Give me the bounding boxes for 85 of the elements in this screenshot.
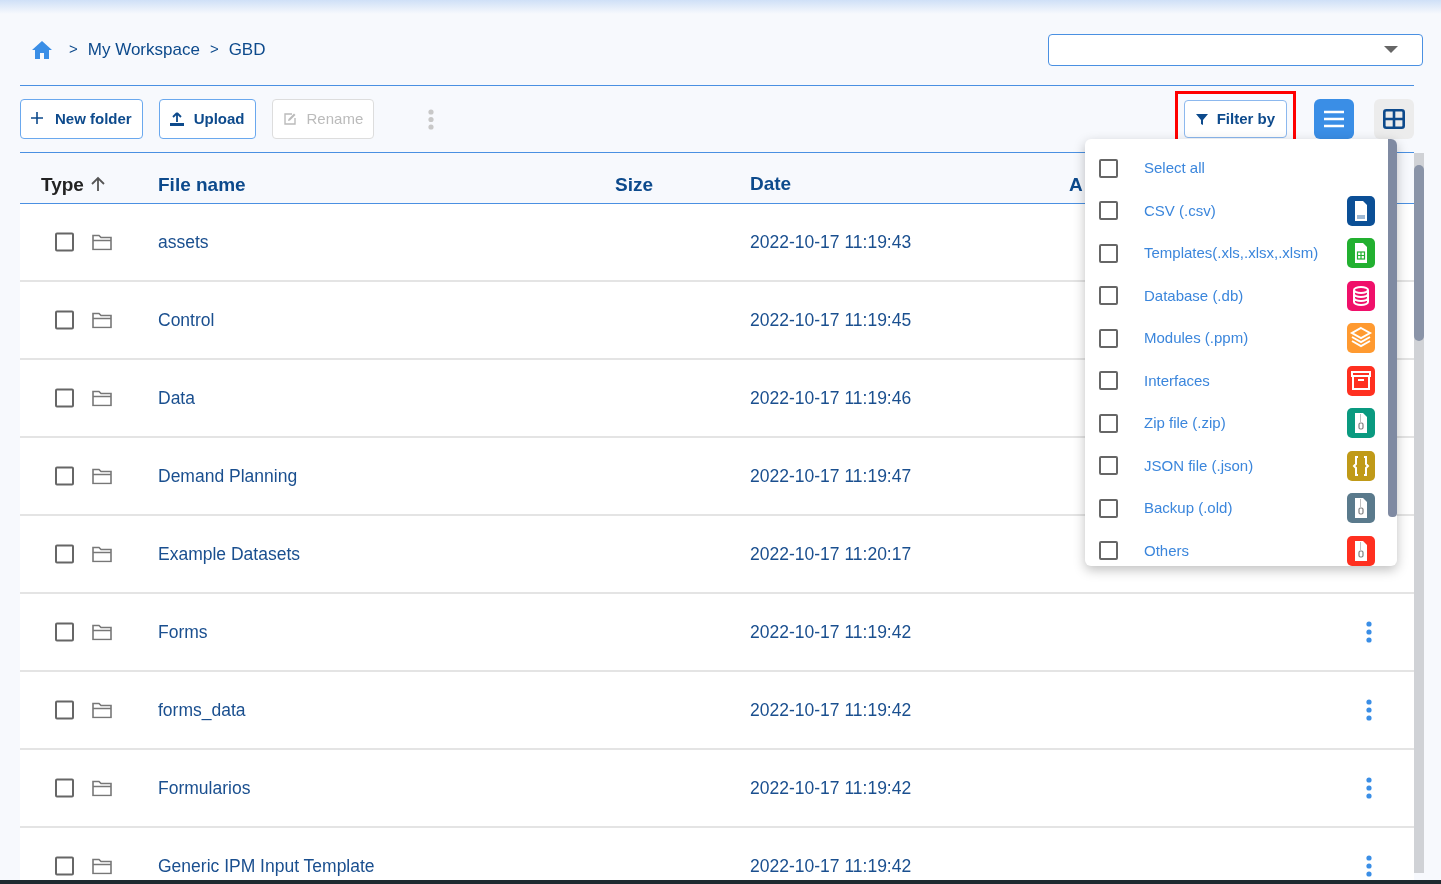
date-cell-text: 2022-10-17 11:20:17: [750, 542, 912, 566]
folder-icon: [92, 389, 112, 407]
date-cell-text: 2022-10-17 11:19:46: [750, 386, 912, 410]
column-header[interactable]: File name: [158, 174, 246, 195]
filter-checkbox[interactable]: [1099, 201, 1118, 221]
folder-icon: [92, 623, 112, 641]
date-cell-text: 2022-10-17 11:19:42: [750, 698, 912, 722]
filter-option-label[interactable]: Select all: [1144, 157, 1205, 180]
edit-icon: [282, 112, 297, 126]
date-cell-text: 2022-10-17 11:19:42: [750, 854, 912, 878]
column-header[interactable]: Type: [41, 174, 84, 195]
home-icon[interactable]: [31, 39, 53, 60]
date-cell-text: 2022-10-17 11:19:42: [750, 620, 912, 644]
filter-checkbox[interactable]: [1099, 286, 1118, 306]
filter-option-label[interactable]: CSV (.csv): [1144, 199, 1216, 222]
more-options-icon[interactable]: [1366, 777, 1372, 799]
filter-checkbox[interactable]: [1099, 158, 1118, 178]
folder-icon: [92, 701, 112, 719]
folder-icon: [92, 545, 112, 563]
filter-checkbox[interactable]: [1099, 328, 1118, 348]
filter-checkbox[interactable]: [1099, 498, 1118, 518]
row-checkbox[interactable]: [55, 622, 74, 642]
breadcrumb-separator: >: [69, 39, 78, 60]
filter-checkbox[interactable]: [1099, 243, 1118, 263]
filter-option-label[interactable]: Database (.db): [1144, 284, 1244, 307]
filter-checkbox[interactable]: [1099, 541, 1118, 561]
list-view-button[interactable]: [1314, 99, 1354, 139]
folder-icon: [92, 467, 112, 485]
row-checkbox[interactable]: [55, 856, 74, 876]
folder-icon: [92, 857, 112, 875]
more-options-icon[interactable]: [1366, 855, 1372, 877]
file-name-link[interactable]: Forms: [158, 618, 208, 646]
file-name-link[interactable]: Demand Planning: [158, 462, 298, 490]
filter-checkbox[interactable]: [1099, 413, 1118, 433]
scrollbar-thumb[interactable]: [1414, 165, 1424, 341]
plus-icon: [31, 112, 45, 126]
sort-ascending-icon[interactable]: [90, 176, 105, 192]
row-checkbox[interactable]: [55, 700, 74, 720]
file-name-link[interactable]: Data: [158, 384, 195, 412]
filter-option-label[interactable]: Templates(.xls,.xlsx,.xlsm): [1144, 242, 1319, 265]
list-icon: [1324, 110, 1344, 128]
filter-checkbox[interactable]: [1099, 371, 1118, 391]
date-cell-text: 2022-10-17 11:19:43: [750, 230, 912, 254]
file-name-link[interactable]: Control: [158, 306, 215, 334]
date-cell-text: 2022-10-17 11:19:42: [750, 776, 912, 800]
date-cell-text: 2022-10-17 11:19:45: [750, 308, 912, 332]
row-checkbox[interactable]: [55, 388, 74, 408]
row-checkbox[interactable]: [55, 778, 74, 798]
row-checkbox[interactable]: [55, 466, 74, 486]
upload-icon: [169, 112, 184, 126]
filter-option-label[interactable]: Others: [1144, 539, 1189, 562]
add-button[interactable]: New folder: [20, 99, 143, 139]
filter-button[interactable]: Filter by: [1183, 100, 1287, 138]
dropdown-caret-icon: [1384, 46, 1398, 53]
file-name-link[interactable]: forms_data: [158, 696, 246, 724]
filter-option-label[interactable]: Backup (.old): [1144, 497, 1233, 520]
filter-option-label[interactable]: Modules (.ppm): [1144, 327, 1249, 350]
filter-option-label[interactable]: Zip file (.zip): [1144, 412, 1226, 435]
row-checkbox[interactable]: [55, 544, 74, 564]
file-name-link[interactable]: Example Datasets: [158, 540, 300, 568]
row-checkbox[interactable]: [55, 232, 74, 252]
breadcrumb-link[interactable]: My Workspace: [87, 36, 200, 63]
folder-icon: [92, 311, 112, 329]
filter-icon: [1195, 113, 1208, 125]
folder-icon: [92, 779, 112, 797]
more-options-icon[interactable]: [1366, 621, 1372, 643]
more-options-icon[interactable]: [1366, 699, 1372, 721]
row-checkbox[interactable]: [55, 310, 74, 330]
menu-scrollbar-thumb[interactable]: [1388, 139, 1397, 517]
date-cell-text: 2022-10-17 11:19:47: [750, 464, 912, 488]
column-header[interactable]: Size: [615, 174, 654, 195]
folder-icon: [92, 233, 112, 251]
workspace-select[interactable]: [1048, 33, 1423, 66]
column-header[interactable]: Date: [750, 173, 792, 194]
breadcrumb-separator: >: [209, 39, 219, 60]
upload-button[interactable]: Upload: [158, 99, 256, 139]
filter-option-label[interactable]: JSON file (.json): [1144, 454, 1254, 477]
column-header[interactable]: A: [1069, 174, 1083, 195]
grid-view-button[interactable]: [1374, 99, 1414, 139]
filter-checkbox[interactable]: [1099, 456, 1118, 476]
file-name-link[interactable]: Formularios: [158, 774, 251, 802]
filter-option-label[interactable]: Interfaces: [1144, 369, 1210, 392]
grid-icon: [1383, 109, 1405, 129]
file-name-link[interactable]: assets: [158, 228, 209, 256]
file-name-link[interactable]: Generic IPM Input Template: [158, 852, 375, 880]
